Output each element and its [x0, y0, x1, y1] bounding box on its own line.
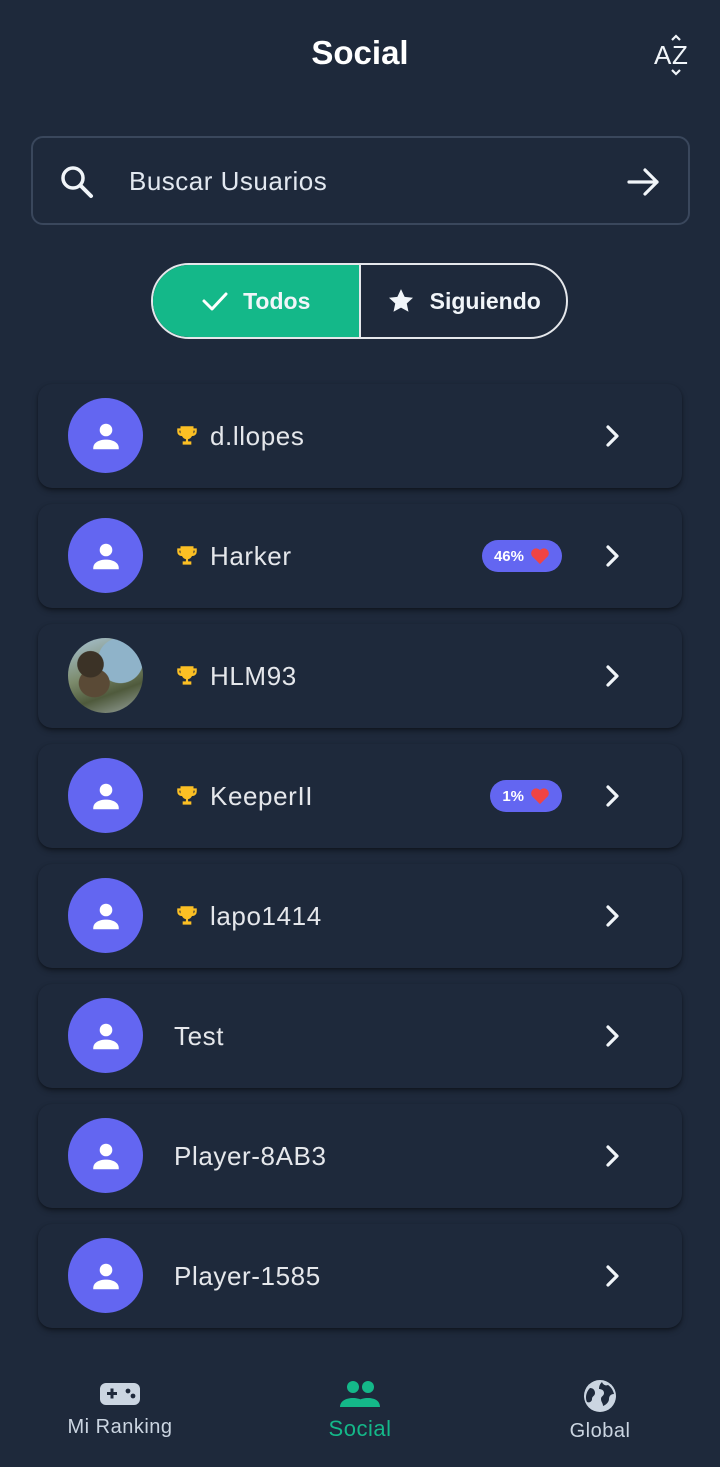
nav-label-social: Social	[328, 1416, 392, 1441]
chevron-right-icon	[606, 785, 619, 807]
avatar-photo	[68, 638, 143, 713]
filter-all-label: Todos	[243, 287, 311, 314]
chevron-right-icon	[606, 905, 619, 927]
avatar	[68, 1118, 143, 1193]
trophy-icon	[177, 426, 197, 445]
page-title: Social	[311, 34, 409, 71]
nav-label-global: Global	[569, 1420, 631, 1442]
bottom-navigation: Mi Ranking Social Global	[0, 1360, 720, 1467]
chevron-right-icon	[606, 1265, 619, 1287]
person-icon	[92, 1143, 119, 1169]
trophy-icon	[177, 546, 197, 565]
user-name: lapo1414	[210, 900, 322, 931]
user-name-group: Player-8AB3	[174, 1104, 327, 1208]
app-bar: Social A Z	[0, 0, 720, 110]
filter-following-button[interactable]: Siguiendo	[358, 265, 567, 337]
trophy-icon	[177, 786, 197, 805]
person-icon	[92, 543, 119, 569]
avatar	[68, 758, 143, 833]
svg-text:Z: Z	[672, 40, 688, 70]
search-input[interactable]	[129, 156, 599, 206]
user-row[interactable]: Test	[38, 984, 682, 1088]
chevron-right-icon	[606, 545, 619, 567]
arrow-right-icon[interactable]	[624, 162, 664, 202]
filter-all-button[interactable]: Todos	[153, 265, 359, 337]
person-icon	[92, 1023, 119, 1049]
user-row[interactable]: KeeperII 1%	[38, 744, 682, 848]
people-icon	[340, 1381, 380, 1407]
user-row[interactable]: Player-8AB3	[38, 1104, 682, 1208]
nav-item-social[interactable]: Social	[240, 1360, 480, 1467]
heart-icon	[531, 788, 549, 805]
person-icon	[92, 903, 119, 929]
globe-icon	[584, 1380, 616, 1412]
user-name-group: d.llopes	[174, 384, 304, 488]
sort-az-icon: A Z	[654, 34, 688, 76]
user-name: Test	[174, 1020, 225, 1051]
search-bar	[31, 136, 690, 225]
user-list: d.llopes Harker 46% HLM93 KeeperII 1% la…	[38, 384, 682, 1344]
avatar	[68, 518, 143, 593]
user-name-group: Harker	[174, 504, 292, 608]
nav-item-global[interactable]: Global	[480, 1360, 720, 1467]
match-badge: 46%	[481, 540, 562, 572]
user-name-group: HLM93	[174, 624, 297, 728]
person-icon	[92, 423, 119, 449]
sort-az-button[interactable]: A Z	[648, 30, 700, 78]
match-percent: 1%	[502, 787, 524, 805]
heart-icon	[531, 548, 549, 565]
filter-toggle: Todos Siguiendo	[151, 263, 568, 339]
person-icon	[92, 783, 119, 809]
user-name: HLM93	[210, 660, 297, 691]
user-row[interactable]: d.llopes	[38, 384, 682, 488]
user-row[interactable]: lapo1414	[38, 864, 682, 968]
check-icon	[202, 292, 228, 311]
person-icon	[92, 1263, 119, 1289]
star-icon	[388, 289, 413, 312]
filter-following-label: Siguiendo	[429, 287, 541, 314]
user-name: Harker	[210, 540, 292, 571]
nav-label-mi-ranking: Mi Ranking	[67, 1416, 173, 1438]
user-name-group: lapo1414	[174, 864, 322, 968]
search-icon	[61, 166, 93, 198]
nav-item-mi-ranking[interactable]: Mi Ranking	[0, 1360, 240, 1467]
user-name-group: Player-1585	[174, 1224, 321, 1328]
trophy-icon	[177, 906, 197, 925]
match-badge: 1%	[490, 780, 562, 812]
avatar	[68, 1238, 143, 1313]
user-name-group: KeeperII	[174, 744, 313, 848]
chevron-right-icon	[606, 665, 619, 687]
chevron-right-icon	[606, 425, 619, 447]
gamepad-icon	[100, 1383, 140, 1405]
user-row[interactable]: Harker 46%	[38, 504, 682, 608]
avatar	[68, 998, 143, 1073]
user-name: Player-1585	[174, 1260, 321, 1291]
svg-text:A: A	[654, 40, 672, 70]
user-row[interactable]: Player-1585	[38, 1224, 682, 1328]
avatar	[68, 878, 143, 953]
match-percent: 46%	[493, 547, 524, 565]
user-name: KeeperII	[210, 780, 314, 811]
user-name: d.llopes	[210, 420, 305, 451]
avatar	[68, 398, 143, 473]
user-name-group: Test	[174, 984, 224, 1088]
chevron-right-icon	[606, 1145, 619, 1167]
chevron-right-icon	[606, 1025, 619, 1047]
user-name: Player-8AB3	[174, 1140, 327, 1171]
user-row[interactable]: HLM93	[38, 624, 682, 728]
trophy-icon	[177, 666, 197, 685]
